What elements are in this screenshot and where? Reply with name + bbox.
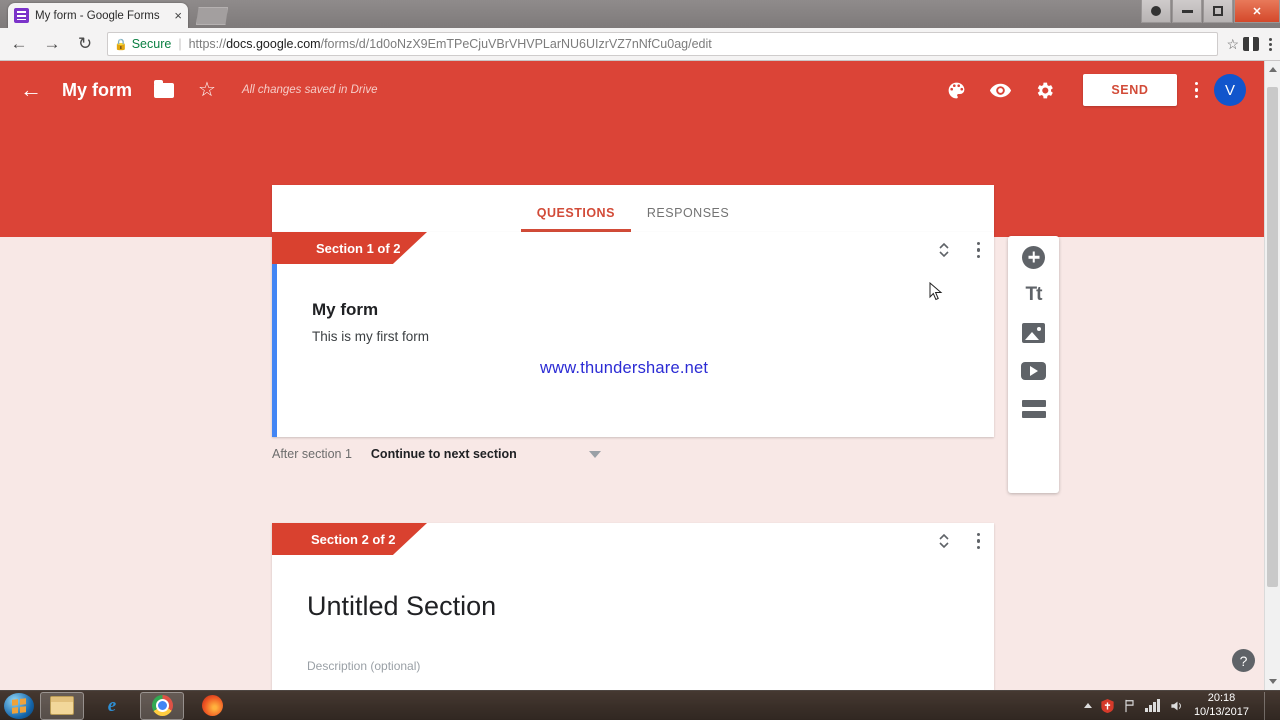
back-button[interactable]: ← xyxy=(5,30,33,58)
add-section-icon[interactable] xyxy=(1017,397,1051,421)
theme-palette-icon[interactable] xyxy=(939,73,973,107)
move-to-folder-icon[interactable] xyxy=(154,79,175,98)
page-scrollbar[interactable] xyxy=(1264,61,1280,690)
after-section-label: After section 1 xyxy=(272,447,352,461)
taskbar-item-google-chrome[interactable] xyxy=(140,691,184,720)
minimize-button[interactable] xyxy=(1172,0,1202,23)
help-button[interactable]: ? xyxy=(1232,649,1255,672)
new-tab-button[interactable] xyxy=(196,7,228,25)
volume-icon[interactable] xyxy=(1170,699,1185,713)
close-window-button[interactable]: ✕ xyxy=(1234,0,1280,23)
url-path: /forms/d/1d0oNzX9EmTPeCjuVBrVHVPLarNU6UI… xyxy=(320,37,712,51)
chrome-menu-icon[interactable] xyxy=(1269,37,1272,51)
secure-label: Secure xyxy=(131,37,172,51)
back-to-forms-icon[interactable]: ← xyxy=(20,79,42,101)
section-1-tools xyxy=(937,240,980,260)
tab-questions[interactable]: QUESTIONS xyxy=(520,206,632,232)
taskbar: e 20:18 10/13/2017 xyxy=(0,690,1280,720)
send-button[interactable]: SEND xyxy=(1083,74,1177,106)
forward-button[interactable]: → xyxy=(38,30,66,58)
add-item-toolbar: Tt xyxy=(1008,236,1059,493)
action-center-flag-icon[interactable] xyxy=(1123,699,1136,713)
more-options-icon[interactable] xyxy=(1194,81,1198,99)
page-content: ← My form ☆ All changes saved in Drive S… xyxy=(0,61,1280,690)
section-2-more-icon[interactable] xyxy=(976,532,980,550)
tab-responses[interactable]: RESPONSES xyxy=(631,206,745,232)
star-icon[interactable]: ☆ xyxy=(198,80,216,100)
address-bar[interactable]: 🔒 Secure | https:// docs.google.com /for… xyxy=(107,32,1219,56)
scroll-up-icon[interactable] xyxy=(1269,67,1277,72)
section-2-description-placeholder[interactable]: Description (optional) xyxy=(307,659,420,673)
add-question-icon[interactable] xyxy=(1017,245,1051,269)
browser-toolbar: ← → ↻ 🔒 Secure | https:// docs.google.co… xyxy=(0,28,1280,61)
antivirus-icon[interactable] xyxy=(1101,698,1114,713)
extension-icon[interactable] xyxy=(1243,37,1259,51)
maximize-button[interactable] xyxy=(1203,0,1233,23)
show-hidden-icons-icon[interactable] xyxy=(1083,703,1092,708)
reload-button[interactable]: ↻ xyxy=(71,30,99,58)
network-icon[interactable] xyxy=(1144,699,1161,712)
section-card-2[interactable]: Section 2 of 2 Untitled Section Descript… xyxy=(272,523,994,690)
section-1-more-icon[interactable] xyxy=(976,241,980,259)
settings-gear-icon[interactable] xyxy=(1027,73,1061,107)
add-video-icon[interactable] xyxy=(1017,359,1051,383)
window-controls: ✕ xyxy=(1140,0,1280,25)
section-2-tools xyxy=(937,531,980,551)
after-section-value[interactable]: Continue to next section xyxy=(371,447,517,461)
close-tab-icon[interactable]: × xyxy=(174,9,182,22)
scroll-down-icon[interactable] xyxy=(1269,679,1277,684)
address-separator: | xyxy=(178,37,182,51)
clock-date: 10/13/2017 xyxy=(1193,705,1249,718)
url-domain: docs.google.com xyxy=(226,37,321,51)
collapse-section-2-icon[interactable] xyxy=(937,531,951,551)
screen: My form - Google Forms × ✕ ← → ↻ 🔒 Secur… xyxy=(0,0,1280,720)
avatar[interactable]: V xyxy=(1214,74,1246,106)
form-title[interactable]: My form xyxy=(62,80,132,101)
start-button[interactable] xyxy=(4,692,34,719)
browser-tab-title: My form - Google Forms xyxy=(35,9,160,22)
scrollbar-thumb[interactable] xyxy=(1267,87,1278,587)
user-profile-button[interactable] xyxy=(1141,0,1171,23)
preview-eye-icon[interactable] xyxy=(983,73,1017,107)
taskbar-item-file-explorer[interactable] xyxy=(40,691,84,720)
browser-tab[interactable]: My form - Google Forms × xyxy=(8,3,188,28)
add-title-icon[interactable]: Tt xyxy=(1017,283,1051,307)
form-heading[interactable]: My form xyxy=(312,300,378,320)
taskbar-item-internet-explorer[interactable]: e xyxy=(90,692,134,720)
section-2-title[interactable]: Untitled Section xyxy=(307,591,496,622)
taskbar-clock[interactable]: 20:18 10/13/2017 xyxy=(1194,692,1249,720)
bookmark-star-icon[interactable]: ☆ xyxy=(1226,36,1239,53)
taskbar-item-mozilla-firefox[interactable] xyxy=(190,692,234,720)
save-status: All changes saved in Drive xyxy=(241,84,378,96)
browser-tab-strip: My form - Google Forms × ✕ xyxy=(0,0,1280,28)
watermark: www.thundershare.net xyxy=(540,359,709,377)
show-desktop-button[interactable] xyxy=(1264,691,1272,720)
collapse-section-icon[interactable] xyxy=(937,240,951,260)
system-tray: 20:18 10/13/2017 xyxy=(1083,691,1280,720)
forms-favicon-icon xyxy=(14,8,29,23)
url-scheme: https:// xyxy=(188,37,227,51)
form-description[interactable]: This is my first form xyxy=(312,329,429,344)
lock-icon: 🔒 xyxy=(114,38,128,51)
chevron-down-icon[interactable] xyxy=(588,450,601,458)
section-card-1[interactable]: Section 1 of 2 My form This is my first … xyxy=(272,232,994,437)
after-section-row: After section 1 Continue to next section xyxy=(272,447,732,461)
add-image-icon[interactable] xyxy=(1017,321,1051,345)
clock-time: 20:18 xyxy=(1207,691,1236,704)
forms-tabs: QUESTIONS RESPONSES xyxy=(272,185,994,232)
section-2-banner: Section 2 of 2 xyxy=(272,523,427,555)
section-1-banner: Section 1 of 2 xyxy=(272,232,427,264)
mouse-cursor xyxy=(929,282,943,301)
